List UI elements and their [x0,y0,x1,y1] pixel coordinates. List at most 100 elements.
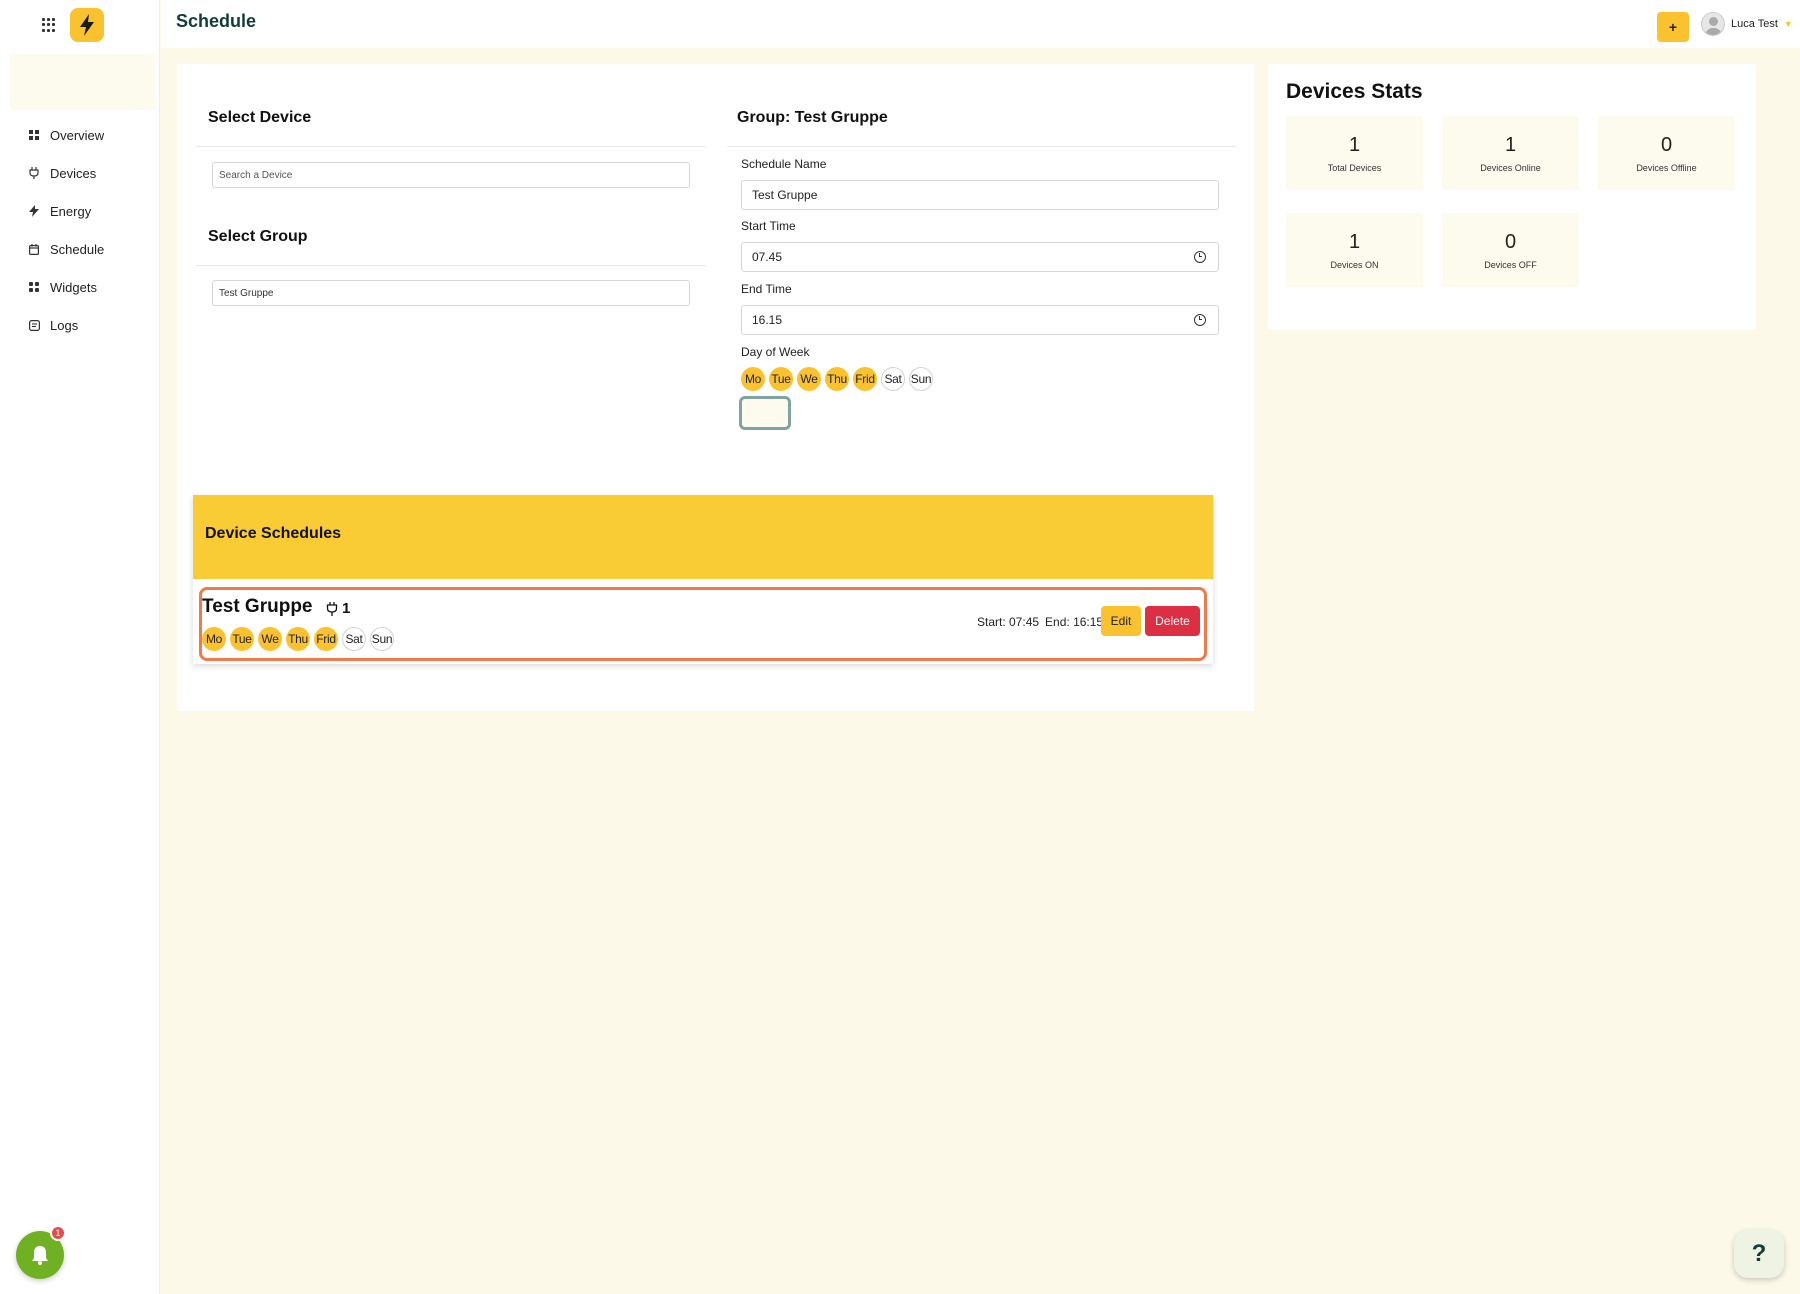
schedule-days: Mo Tue We Thu Frid Sat Sun [202,627,394,651]
stat-value: 1 [1348,230,1361,253]
device-stats-card: Devices Stats 1 Total Devices 1 Devices … [1268,64,1756,330]
user-name: Luca Test [1731,18,1778,30]
stat-label: Devices ON [1330,259,1379,270]
divider [196,265,706,266]
sidebar-item-label: Devices [50,165,97,181]
device-count-value: 1 [342,600,351,617]
start-time-label: Start Time [741,219,796,233]
stat-total-devices: 1 Total Devices [1286,116,1423,190]
day-badge-frid: Frid [314,627,338,651]
widgets-icon [28,281,40,293]
sidebar-item-label: Schedule [50,241,105,257]
schedule-name-input[interactable]: Test Gruppe [741,180,1219,210]
notifications-button[interactable]: 1 [16,1225,66,1279]
grid-icon [28,129,40,141]
calendar-icon [28,243,40,255]
start-time-value: 07.45 [752,250,783,264]
device-schedules-title: Device Schedules [205,525,342,542]
help-button[interactable]: ? [1734,1230,1784,1278]
sidebar-nav: Overview Devices Energy Schedule Widgets [0,116,160,344]
day-badge-sun: Sun [370,627,394,651]
end-time-input[interactable]: 16.15 [741,305,1219,335]
schedule-name: Test Gruppe [202,596,313,617]
schedule-list-item: Test Gruppe 1 Mo Tue We Thu Frid Sat Sun… [199,587,1207,661]
day-of-week-picker: Mo Tue We Thu Frid Sat Sun [741,367,933,391]
top-header: Schedule + Luca Test ▼ [161,0,1800,48]
day-toggle-frid[interactable]: Frid [853,367,877,391]
sidebar-item-label: Energy [50,203,92,219]
sidebar-item-overview[interactable]: Overview [0,116,160,154]
day-badge-tue: Tue [230,627,254,651]
device-search-input[interactable] [212,162,690,188]
submit-button[interactable] [739,396,791,430]
device-stats-title: Devices Stats [1286,80,1423,103]
stat-devices-offline: 0 Devices Offline [1598,116,1735,190]
avatar [1701,12,1725,36]
logs-icon [28,319,40,331]
bolt-icon [28,205,40,217]
bell-icon [32,1246,48,1265]
logo[interactable] [70,8,104,42]
chevron-down-icon: ▼ [1783,19,1793,29]
end-time-label: End Time [741,282,792,296]
stat-label: Devices OFF [1484,259,1537,270]
stat-label: Total Devices [1327,162,1382,173]
clock-icon[interactable] [1194,251,1206,263]
edit-button[interactable]: Edit [1101,606,1141,636]
day-badge-thu: Thu [286,627,310,651]
plug-icon [326,601,338,616]
sidebar-item-label: Overview [50,127,105,143]
group-select[interactable]: Test Gruppe [212,280,690,306]
select-device-title: Select Device [208,109,312,126]
day-badge-mo: Mo [202,627,226,651]
stat-value: 1 [1504,133,1517,156]
sidebar: Overview Devices Energy Schedule Widgets [0,0,160,1294]
sidebar-item-label: Logs [50,317,79,333]
day-toggle-thu[interactable]: Thu [825,367,849,391]
lightning-icon [80,14,94,36]
day-of-week-label: Day of Week [741,345,810,359]
page-title: Schedule [176,11,257,31]
day-toggle-we[interactable]: We [797,367,821,391]
day-badge-sat: Sat [342,627,366,651]
delete-button[interactable]: Delete [1145,606,1200,636]
sidebar-item-widgets[interactable]: Widgets [0,268,160,306]
stat-devices-off: 0 Devices OFF [1442,213,1579,287]
start-time-input[interactable]: 07.45 [741,242,1219,272]
schedule-end-time: End: 16:15 [1045,615,1104,629]
sidebar-item-label: Widgets [50,279,97,295]
stat-value: 0 [1660,133,1673,156]
notification-count-badge: 1 [50,1225,66,1241]
stat-label: Devices Offline [1636,162,1697,173]
stat-value: 1 [1348,133,1361,156]
select-group-title: Select Group [208,228,308,245]
divider [727,146,1236,147]
sidebar-item-schedule[interactable]: Schedule [0,230,160,268]
day-toggle-tue[interactable]: Tue [769,367,793,391]
sidebar-item-devices[interactable]: Devices [0,154,160,192]
schedule-device-count: 1 [326,600,350,617]
sidebar-placeholder [10,54,156,110]
clock-icon[interactable] [1194,314,1206,326]
schedule-name-label: Schedule Name [741,157,827,171]
day-toggle-mo[interactable]: Mo [741,367,765,391]
sidebar-top [42,8,104,42]
day-toggle-sun[interactable]: Sun [909,367,933,391]
sidebar-item-energy[interactable]: Energy [0,192,160,230]
add-button[interactable]: + [1657,12,1689,42]
apps-grid-icon[interactable] [42,18,56,32]
user-menu[interactable]: Luca Test ▼ [1701,12,1793,36]
device-schedules-header: Device Schedules [193,495,1213,579]
stat-devices-on: 1 Devices ON [1286,213,1423,287]
schedule-start-time: Start: 07:45 [977,615,1040,629]
divider [196,146,706,147]
stat-label: Devices Online [1480,162,1541,173]
device-schedules-card: Device Schedules Test Gruppe 1 Mo Tue We… [193,495,1213,664]
plug-icon [28,167,40,179]
stat-devices-online: 1 Devices Online [1442,116,1579,190]
group-form-title: Group: Test Gruppe [737,109,888,126]
day-toggle-sat[interactable]: Sat [881,367,905,391]
sidebar-item-logs[interactable]: Logs [0,306,160,344]
schedule-card: Select Device Select Group Test Gruppe G… [177,64,1254,711]
end-time-value: 16.15 [752,313,783,327]
